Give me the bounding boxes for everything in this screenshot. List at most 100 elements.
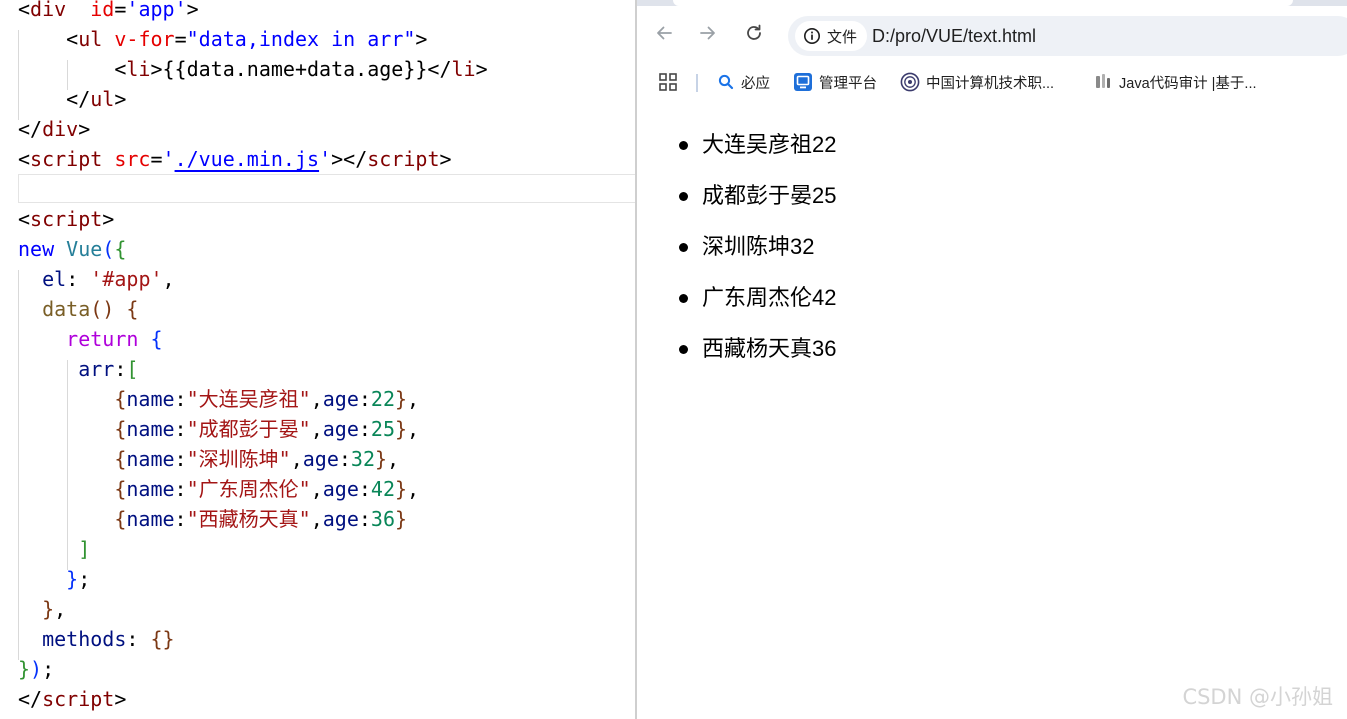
code-token: ]: [78, 537, 91, 561]
code-token: :: [358, 417, 371, 441]
bullet-icon: [679, 141, 688, 150]
code-token: 'app': [126, 0, 187, 21]
site-info-label: 文件: [827, 28, 858, 46]
code-token: methods: [42, 627, 127, 651]
apps-button[interactable]: [657, 70, 679, 94]
code-token: li: [126, 57, 151, 81]
code-token: v-for: [114, 27, 175, 51]
code-token: }: [395, 417, 408, 441]
code-token: "深圳陈坤": [186, 447, 291, 471]
code-token: ,: [162, 267, 175, 291]
code-token: ,: [407, 477, 420, 501]
bookmark-item-org[interactable]: 中国计算机技术职...: [900, 70, 1054, 94]
bookmark-label: 必应: [741, 75, 770, 92]
code-token: >: [439, 147, 452, 171]
code-token: script: [30, 207, 103, 231]
bookmarks-separator: [696, 74, 698, 92]
code-line: <script>: [0, 204, 635, 234]
bookmarks-bar: 必应 管理平台 中国计算机技术职... Java代码审计 |基于...: [637, 61, 1347, 103]
code-line: </ul>: [0, 84, 635, 114]
back-button[interactable]: [651, 20, 677, 46]
bookmark-item-management[interactable]: 管理平台: [793, 70, 877, 94]
code-token: }: [375, 447, 388, 471]
code-token: {: [114, 477, 127, 501]
code-token: name: [126, 417, 175, 441]
code-token: {: [114, 447, 127, 471]
code-token: ): [30, 657, 43, 681]
code-token: ,: [310, 507, 323, 531]
code-token: ': [319, 147, 332, 171]
code-editor[interactable]: <div id='app'> <ul v-for="data,index in …: [0, 0, 635, 719]
code-token: age: [322, 507, 359, 531]
code-token: >: [114, 687, 127, 711]
code-token: arr: [78, 357, 115, 381]
code-token: ></: [331, 147, 368, 171]
code-token: </: [18, 687, 43, 711]
bookmark-label: Java代码审计 |基于...: [1119, 75, 1257, 92]
code-token: ,: [407, 387, 420, 411]
reload-button[interactable]: [741, 20, 767, 46]
code-line: <li>{{data.name+data.age}}</li>: [0, 54, 635, 84]
code-line: return {: [0, 324, 635, 354]
code-token: data: [42, 297, 91, 321]
code-token: {: [114, 507, 127, 531]
list-item: 成都彭于晏25: [679, 179, 837, 230]
bullet-icon: [679, 192, 688, 201]
code-token: div: [30, 0, 67, 21]
forward-button[interactable]: [695, 20, 721, 46]
code-token: script: [42, 687, 115, 711]
list-item-text: 西藏杨天真36: [702, 336, 837, 361]
info-icon: [804, 28, 820, 44]
code-token: ,: [387, 447, 400, 471]
code-line: });: [0, 654, 635, 684]
code-token: ,: [310, 477, 323, 501]
code-token: <: [18, 57, 127, 81]
code-token: =: [150, 147, 163, 171]
code-line: el: '#app',: [0, 264, 635, 294]
code-token: <: [18, 147, 31, 171]
address-bar[interactable]: 文件 D:/pro/VUE/text.html: [788, 16, 1347, 56]
code-token: "广东周杰伦": [186, 477, 311, 501]
code-token: ;: [42, 657, 55, 681]
code-token: :: [126, 627, 151, 651]
code-line: {name:"大连吴彦祖",age:22},: [0, 384, 635, 414]
code-token: :: [358, 507, 371, 531]
code-token: :: [174, 417, 187, 441]
code-token: ,: [290, 447, 303, 471]
code-line: {name:"西藏杨天真",age:36}: [0, 504, 635, 534]
list-item-text: 大连吴彦祖22: [702, 132, 837, 157]
url-text[interactable]: D:/pro/VUE/text.html: [872, 16, 1036, 56]
code-token: el: [42, 267, 67, 291]
code-token: '#app': [90, 267, 163, 291]
code-token: {}: [150, 627, 175, 651]
bookmark-item-java[interactable]: Java代码审计 |基于...: [1093, 70, 1257, 94]
code-token: Vue: [66, 237, 103, 261]
list-item-text: 成都彭于晏25: [702, 183, 837, 208]
code-token: =: [114, 0, 127, 21]
code-token: {: [126, 297, 139, 321]
site-info-button[interactable]: 文件: [795, 21, 868, 51]
code-token: div: [42, 117, 79, 141]
code-line: <div id='app'>: [0, 0, 635, 24]
code-line: <script src='./vue.min.js'></script>: [0, 144, 635, 174]
code-token: "大连吴彦祖": [186, 387, 311, 411]
code-token: >: [114, 87, 127, 111]
code-token: >{{data.name+data.age}}</: [150, 57, 452, 81]
list-item: 大连吴彦祖22: [679, 128, 837, 179]
code-token: {: [114, 237, 127, 261]
code-token: src: [114, 147, 151, 171]
bookmark-item-bing[interactable]: 必应: [717, 70, 770, 94]
bullet-icon: [679, 345, 688, 354]
code-token: "data,index in arr": [186, 27, 416, 51]
code-token: >: [415, 27, 428, 51]
